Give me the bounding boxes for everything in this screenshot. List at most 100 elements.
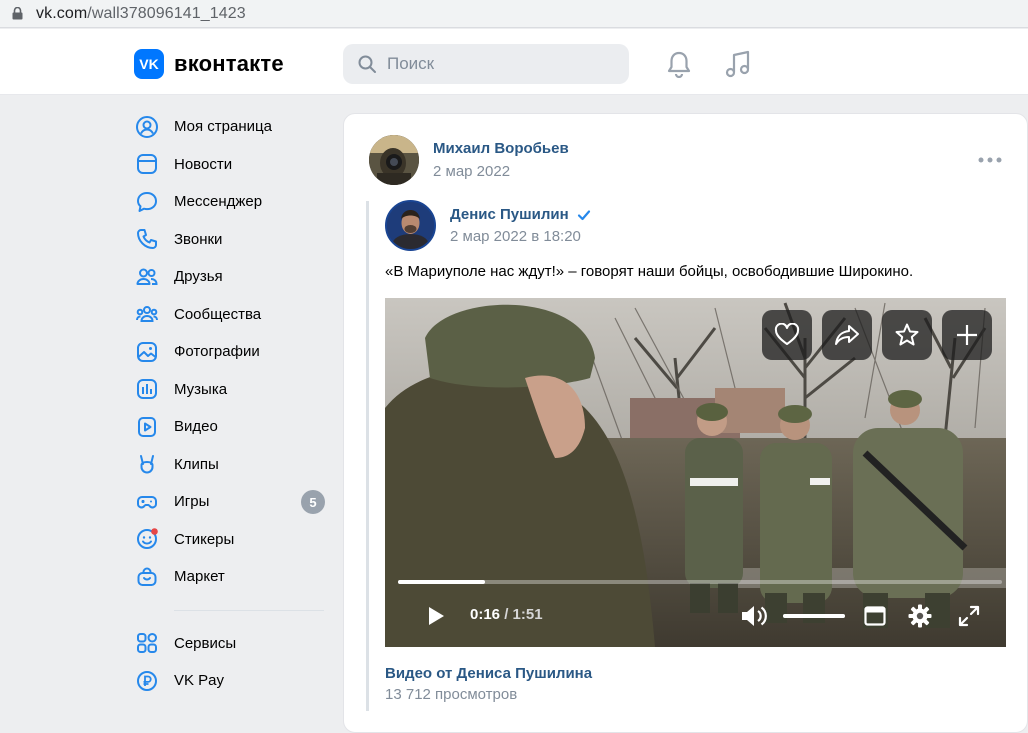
user-circle-icon [134,114,160,140]
sidebar-item-vkpay[interactable]: VK Pay [134,662,334,700]
market-icon [134,564,160,590]
gear-icon [908,604,932,628]
video-icon [134,414,160,440]
sidebar-item-my-page[interactable]: Моя страница [134,108,334,146]
communities-icon [134,301,160,327]
url-text[interactable]: vk.com/wall378096141_1423 [36,5,246,23]
sidebar-item-label: Друзья [174,268,223,286]
sidebar-item-label: Клипы [174,455,219,473]
message-icon [134,189,160,215]
sidebar-item-news[interactable]: Новости [134,146,334,184]
sidebar-item-music[interactable]: Музыка [134,371,334,409]
bell-icon[interactable] [664,49,694,79]
left-navigation: Моя страница Новости Мессенджер Звонки Д… [134,108,334,700]
site-header: VK вконтакте [0,29,1028,95]
sidebar-divider [174,609,324,611]
star-icon [895,323,919,346]
sidebar-item-stickers[interactable]: Стикеры [134,521,334,559]
sidebar-item-label: Фотографии [174,343,260,361]
url-domain: vk.com [36,4,88,22]
music-icon [134,376,160,402]
volume-slider[interactable] [783,614,845,618]
source-name-link[interactable]: Денис Пушилин [450,206,591,223]
video-progress-fill [398,580,485,584]
sidebar-item-market[interactable]: Маркет [134,558,334,596]
post-text: «В Мариуполе нас ждут!» – говорят наши б… [385,263,914,280]
sidebar-item-clips[interactable]: Клипы [134,446,334,484]
share-video-button[interactable] [822,310,872,360]
fullscreen-button[interactable] [957,604,981,628]
wall-post: Михаил Воробьев 2 мар 2022 Денис Пушилин… [343,113,1028,733]
heart-icon [774,323,800,345]
sidebar-item-label: Сервисы [174,634,237,652]
sidebar-item-games[interactable]: Игры 5 [134,483,334,521]
sidebar-item-label: Сообщества [174,305,262,323]
add-video-button[interactable] [942,310,992,360]
phone-icon [134,226,160,252]
video-view-count: 13 712 просмотров [385,686,518,703]
sidebar-item-friends[interactable]: Друзья [134,258,334,296]
sidebar-item-calls[interactable]: Звонки [134,221,334,259]
settings-button[interactable] [907,603,933,629]
video-duration: 1:51 [512,606,543,623]
miniplayer-button[interactable] [863,604,887,628]
sidebar-item-photos[interactable]: Фотографии [134,333,334,371]
more-options-icon[interactable] [977,150,1003,170]
lock-icon [10,7,24,21]
games-badge: 5 [301,490,325,514]
fullscreen-icon [958,605,980,627]
photo-icon [134,339,160,365]
video-current-time: 0:16 [470,606,501,623]
music-note-icon[interactable] [723,49,753,79]
plus-icon [957,325,977,345]
vk-logo-mark: VK [134,49,164,79]
search-input[interactable] [387,54,617,74]
sidebar-item-label: Музыка [174,380,228,398]
clips-icon [134,451,160,477]
sidebar-item-label: Моя страница [174,118,272,136]
repost-indicator-bar [366,201,369,711]
browser-address-bar[interactable]: vk.com/wall378096141_1423 [0,0,1028,28]
volume-icon [742,606,767,626]
source-avatar[interactable] [385,200,436,251]
sidebar-item-label: Стикеры [174,530,235,548]
search-box[interactable] [343,44,629,84]
volume-button[interactable] [739,603,769,629]
sidebar-item-label: Видео [174,418,218,436]
news-icon [134,151,160,177]
vk-logo-text: вконтакте [174,51,284,76]
video-player[interactable]: 0:16 / 1:51 [385,298,1006,647]
video-progress-bar[interactable] [398,580,1002,584]
services-icon [134,630,160,656]
sidebar-item-label: Звонки [174,230,223,248]
search-icon [357,54,377,74]
volume-slider-fill [783,614,845,618]
video-title-link[interactable]: Видео от Дениса Пушилина [385,665,592,682]
vk-logo[interactable]: VK вконтакте [134,49,284,79]
sidebar-item-label: Мессенджер [174,193,263,211]
author-avatar[interactable] [369,135,419,185]
vkpay-icon [134,668,160,694]
source-name: Денис Пушилин [450,206,569,223]
author-post-date[interactable]: 2 мар 2022 [433,163,510,180]
games-icon [134,489,160,515]
play-button[interactable] [425,605,447,627]
sidebar-item-video[interactable]: Видео [134,408,334,446]
share-arrow-icon [835,325,859,345]
friends-icon [134,264,160,290]
video-time-separator: / [500,606,513,623]
sidebar-item-communities[interactable]: Сообщества [134,296,334,334]
url-path: /wall378096141_1423 [87,4,246,22]
favorite-video-button[interactable] [882,310,932,360]
like-video-button[interactable] [762,310,812,360]
source-post-date[interactable]: 2 мар 2022 в 18:20 [450,228,581,245]
stickers-icon [134,526,160,552]
sidebar-item-services[interactable]: Сервисы [134,625,334,663]
miniplayer-icon [864,606,886,626]
sidebar-item-messenger[interactable]: Мессенджер [134,183,334,221]
author-name-link[interactable]: Михаил Воробьев [433,140,569,157]
play-icon [429,607,444,625]
sidebar-item-label: VK Pay [174,672,225,690]
video-time: 0:16 / 1:51 [470,606,543,623]
sidebar-item-label: Игры [174,493,210,511]
